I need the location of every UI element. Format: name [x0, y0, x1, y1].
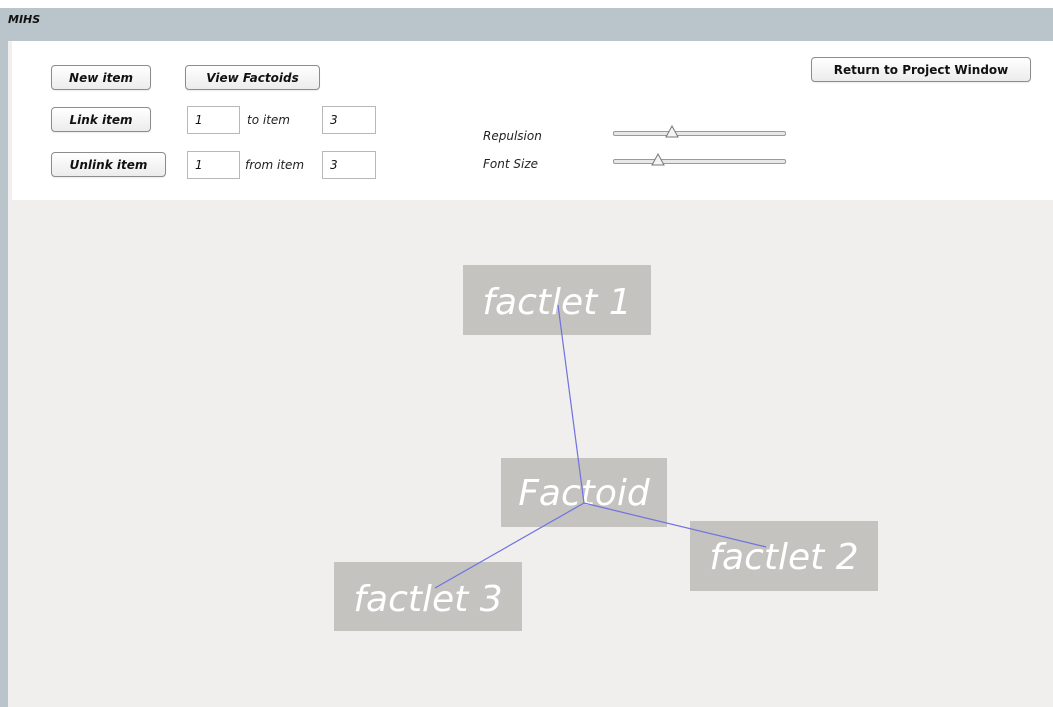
graph-view: factlet 1 Factoid factlet 2 factlet 3 [334, 265, 878, 631]
node-factlet2[interactable]: factlet 2 [690, 521, 878, 591]
node-label: Factoid [518, 473, 651, 514]
node-factlet1[interactable]: factlet 1 [463, 265, 651, 335]
node-label: factlet 2 [709, 537, 858, 578]
node-label: factlet 1 [482, 282, 631, 323]
node-factlet3[interactable]: factlet 3 [334, 562, 522, 631]
node-label: factlet 3 [353, 579, 502, 620]
